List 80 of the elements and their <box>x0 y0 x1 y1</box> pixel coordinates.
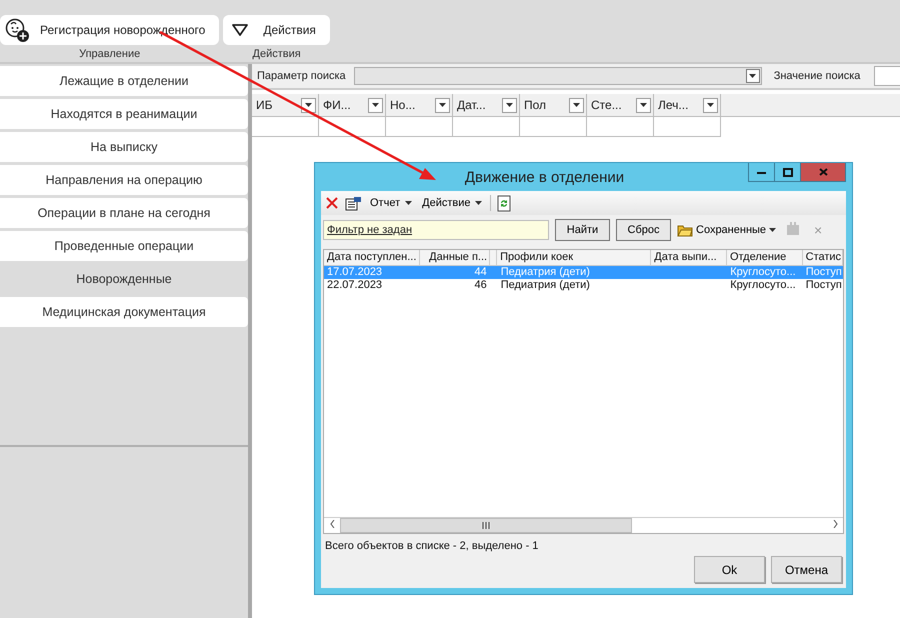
caret-icon <box>506 103 513 107</box>
column-header[interactable]: Дата выпи... <box>651 250 727 265</box>
column-header: Дат... <box>457 98 486 112</box>
list-row[interactable]: 22.07.2023 46 Педиатрия (дети) Круглосуто... Поступ <box>324 279 843 292</box>
menu-button[interactable]: Отчет <box>368 197 414 209</box>
column-header[interactable]: Статис <box>802 250 843 265</box>
folder-icon <box>677 223 693 237</box>
grip-icon <box>482 522 490 529</box>
column-header: Но... <box>390 98 416 112</box>
sidebar-item[interactable]: Проведенные операции <box>0 231 248 261</box>
table-cell: 22.07.2023 <box>327 279 382 291</box>
minimize-icon[interactable] <box>748 163 775 182</box>
ribbon-button[interactable]: Регистрация новорожденного <box>0 15 220 45</box>
table-cell: Круглосуто... <box>730 279 796 291</box>
search-value-field[interactable] <box>874 66 900 86</box>
caret-icon <box>439 103 446 107</box>
column-filter-button[interactable] <box>368 98 383 112</box>
column-header[interactable]: Отделение <box>726 250 803 265</box>
column-filter-button[interactable] <box>703 98 718 112</box>
sidebar-item[interactable]: На выписку <box>0 132 248 162</box>
sidebar-item[interactable]: Находятся в реанимации <box>0 99 248 129</box>
column-header[interactable]: Данные п... <box>420 250 490 265</box>
column-header: Сте... <box>591 98 622 112</box>
column-header: Леч... <box>658 98 688 112</box>
table-cell: Круглосуто... <box>730 266 796 278</box>
group-label: Действия <box>252 48 301 60</box>
table-cell: 46 <box>474 279 487 291</box>
scroll-right-icon[interactable] <box>832 520 838 528</box>
caret-icon <box>475 201 482 205</box>
caret-icon <box>573 103 580 107</box>
table-cell: Поступ <box>806 266 842 278</box>
dialog-button[interactable]: Ok <box>694 556 765 583</box>
column-filter-button[interactable] <box>502 98 517 112</box>
caret-icon <box>305 103 312 107</box>
column-header[interactable]: Профили коек <box>497 250 652 265</box>
filter-field[interactable]: Фильтр не задан <box>323 220 549 240</box>
column-filter-button[interactable] <box>435 98 450 112</box>
horizontal-scrollbar[interactable] <box>324 517 843 533</box>
delete-icon[interactable] <box>325 196 339 210</box>
close-icon[interactable] <box>800 163 846 182</box>
column-header[interactable]: Дата поступлен... <box>324 250 420 265</box>
column-header: ИБ <box>256 98 272 112</box>
caret-icon <box>405 201 412 205</box>
properties-icon[interactable] <box>345 196 362 210</box>
reset-button[interactable]: Сброс <box>616 219 671 241</box>
ribbon-button[interactable]: Действия <box>223 15 330 45</box>
menu-button[interactable]: Действие <box>420 197 484 209</box>
column-filter-button[interactable] <box>569 98 584 112</box>
table-cell: Педиатрия (дети) <box>500 266 590 278</box>
group-label: Управление <box>79 48 140 60</box>
dropdown-button[interactable] <box>746 69 760 83</box>
table-cell: Поступ <box>806 279 842 291</box>
baby-add-icon <box>4 17 30 43</box>
filter-link[interactable]: Фильтр не задан <box>327 224 412 236</box>
caret-icon <box>749 74 756 78</box>
scroll-left-icon[interactable] <box>330 520 334 528</box>
caret-icon <box>707 103 714 107</box>
sidebar-item[interactable]: Медицинская документация <box>0 297 248 327</box>
sidebar-item[interactable]: Лежащие в отделении <box>0 66 248 96</box>
triangle-down-icon <box>231 23 250 37</box>
refresh-icon[interactable] <box>497 194 512 212</box>
find-button[interactable]: Найти <box>555 219 610 241</box>
dialog-title: Движение в отделении <box>464 168 626 186</box>
saved-filters-button[interactable]: Сохраненные <box>677 223 776 237</box>
field-label: Параметр поиска <box>257 70 346 82</box>
field-label: Значение поиска <box>774 70 860 82</box>
caret-icon <box>640 103 647 107</box>
table-cell: 17.07.2023 <box>327 266 382 278</box>
save-icon <box>786 222 800 236</box>
column-header: ФИ... <box>323 98 351 112</box>
caret-icon <box>372 103 379 107</box>
column-header: Пол <box>524 98 546 112</box>
caret-icon <box>769 228 776 232</box>
status-text: Всего объектов в списке - 2, выделено - 1 <box>324 539 540 554</box>
sidebar-item[interactable]: Направления на операцию <box>0 165 248 195</box>
sidebar-item[interactable]: Операции в плане на сегодня <box>0 198 248 228</box>
dialog-button[interactable]: Отмена <box>771 556 842 583</box>
table-cell: 44 <box>474 266 487 278</box>
table-cell: Педиатрия (дети) <box>500 279 590 291</box>
column-filter-button[interactable] <box>636 98 651 112</box>
